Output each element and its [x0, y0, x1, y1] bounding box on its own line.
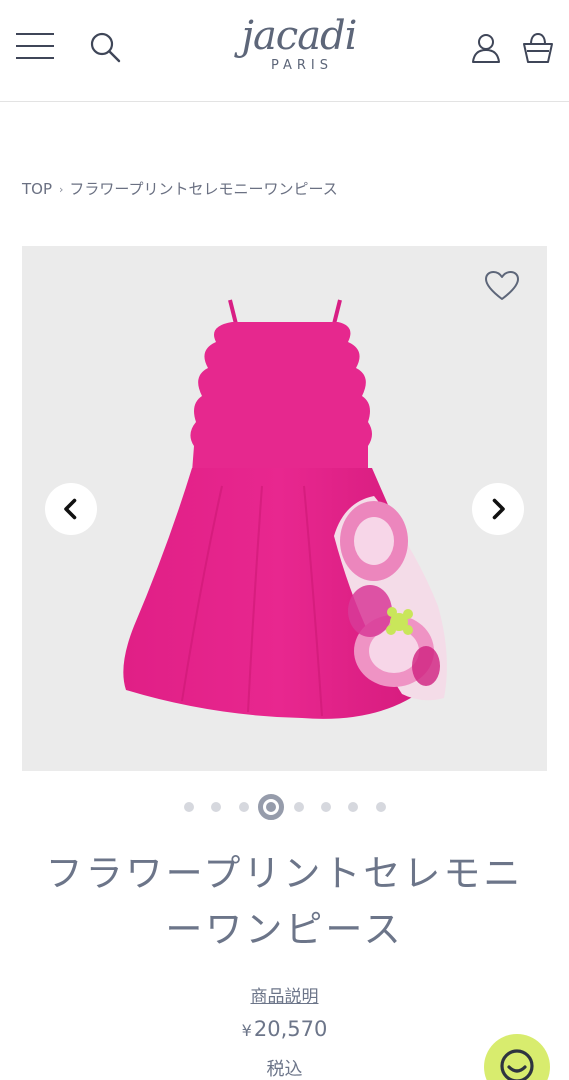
product-image-gallery[interactable]: [22, 246, 547, 771]
product-title-line-2: ーワンピース: [165, 908, 404, 951]
chevron-left-icon: [64, 498, 77, 520]
pagination-dot[interactable]: [293, 802, 304, 812]
jacadi-logo[interactable]: jacadi PARIS: [214, 14, 384, 84]
breadcrumb-separator: ›: [59, 183, 64, 196]
product-title-line-1: フラワープリントセレモニ: [45, 852, 524, 895]
chevron-right-icon: [492, 498, 505, 520]
logo-sub: PARIS: [270, 58, 334, 73]
price-value: 20,570: [253, 1017, 328, 1041]
gallery-pagination: [0, 794, 569, 820]
site-header: jacadi PARIS: [0, 0, 569, 102]
product-title: フラワープリントセレモニ ーワンピース: [30, 846, 539, 958]
pagination-dot[interactable]: [238, 802, 249, 812]
product-image: [123, 299, 447, 719]
pagination-dot-active[interactable]: [258, 794, 285, 820]
pagination-dot[interactable]: [375, 802, 386, 812]
menu-icon[interactable]: [16, 32, 54, 60]
pagination-dot[interactable]: [184, 802, 194, 812]
breadcrumb-current: フラワープリントセレモニーワンピース: [69, 180, 338, 198]
breadcrumb-top-link[interactable]: TOP: [22, 180, 52, 198]
product-description-link[interactable]: 商品説明: [0, 982, 569, 1007]
logo-script: jacadi: [241, 13, 358, 59]
pagination-dot[interactable]: [211, 802, 222, 812]
currency-symbol: ¥: [241, 1021, 252, 1040]
next-image-button[interactable]: [472, 483, 524, 535]
breadcrumb: TOP › フラワープリントセレモニーワンピース: [22, 178, 338, 199]
search-icon[interactable]: [88, 30, 122, 64]
pagination-dot[interactable]: [348, 802, 359, 812]
product-price: ¥20,570: [0, 1017, 569, 1041]
heart-icon[interactable]: [484, 270, 520, 302]
account-icon[interactable]: [470, 32, 502, 64]
cart-icon[interactable]: [521, 32, 555, 64]
previous-image-button[interactable]: [45, 483, 97, 535]
pagination-dot[interactable]: [321, 802, 331, 812]
chat-icon: [500, 1049, 534, 1080]
